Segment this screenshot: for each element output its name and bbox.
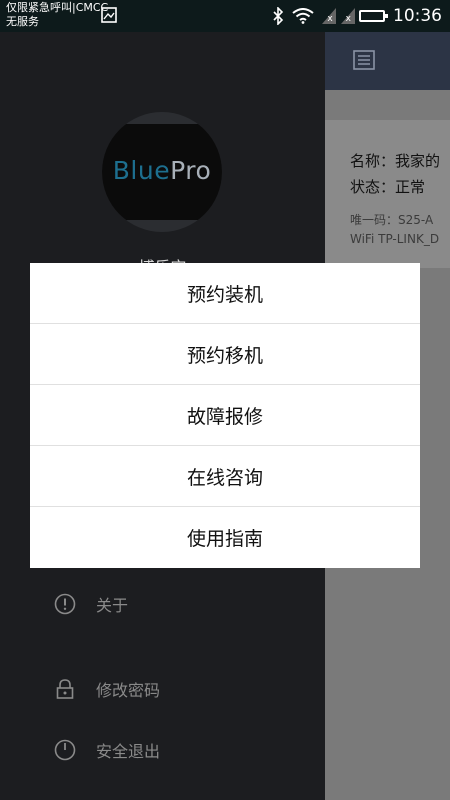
signal-sim1-icon: x [322, 8, 337, 24]
carrier-line1: 仅限紧急呼叫|CMCC [6, 1, 109, 14]
logo-text-blue: Blue [112, 156, 171, 185]
menu-item-label: 安全退出 [96, 742, 161, 761]
sim2-mark: x [345, 14, 351, 24]
lock-icon [56, 679, 74, 699]
menu-item-logout[interactable]: 安全退出 [54, 738, 160, 762]
status-icons: x x 10:36 [272, 5, 442, 27]
bluetooth-icon [273, 7, 284, 25]
info-icon [54, 593, 76, 615]
menu-item-about[interactable]: 关于 [54, 592, 128, 616]
bluepro-logo: BluePro [102, 112, 222, 232]
battery-icon [359, 10, 388, 22]
menu-item-label: 修改密码 [96, 681, 161, 700]
option-repair-request[interactable]: 故障报修 [30, 385, 420, 446]
service-options-dialog: 预约装机 预约移机 故障报修 在线咨询 使用指南 [30, 263, 420, 568]
carrier-info: 仅限紧急呼叫|CMCC 无服务 [6, 1, 108, 29]
menu-item-change-password[interactable]: 修改密码 [54, 677, 160, 701]
list-icon[interactable] [353, 50, 375, 70]
carrier-line2: 无服务 [6, 15, 39, 28]
option-book-relocation[interactable]: 预约移机 [30, 324, 420, 385]
wifi-icon [292, 8, 314, 24]
device-status: 状态：正常 [350, 178, 426, 196]
device-name: 名称：我家的 [350, 152, 441, 170]
status-bar: 仅限紧急呼叫|CMCC 无服务 x x 10:36 [0, 0, 450, 32]
signal-sim2-icon: x [340, 8, 355, 24]
option-book-installation[interactable]: 预约装机 [30, 263, 420, 324]
sim1-mark: x [327, 14, 333, 24]
clock: 10:36 [393, 6, 442, 26]
option-online-consult[interactable]: 在线咨询 [30, 446, 420, 507]
image-notification-icon [101, 7, 117, 23]
device-uid: 唯一码：S25-A [350, 213, 434, 227]
logo-text-pro: Pro [170, 156, 212, 185]
logo-text: BluePro [102, 156, 222, 185]
power-icon [54, 739, 76, 761]
option-user-guide[interactable]: 使用指南 [30, 507, 420, 568]
device-card[interactable]: 名称：我家的 状态：正常 唯一码：S25-A WiFi TP-LINK_D [325, 120, 450, 268]
device-wifi: WiFi TP-LINK_D [350, 232, 440, 246]
main-header [325, 32, 450, 90]
menu-item-label: 关于 [96, 596, 129, 615]
